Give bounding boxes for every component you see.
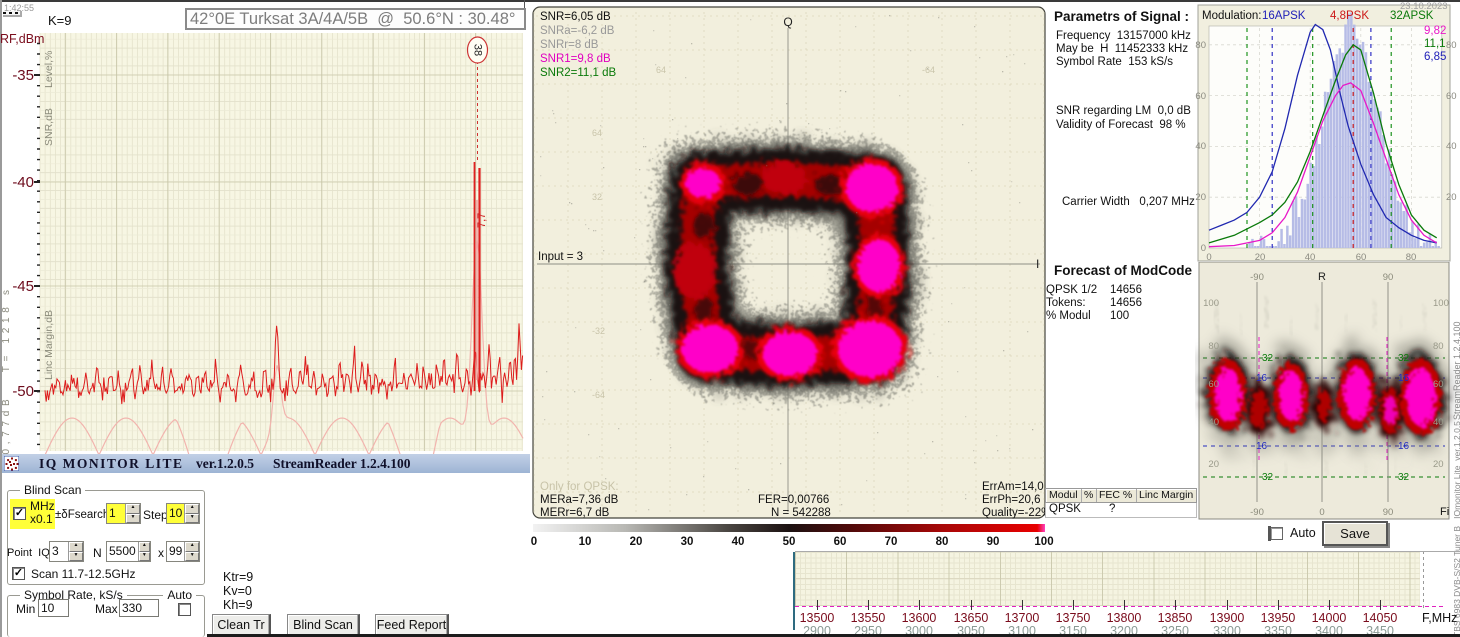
svg-text:80: 80 <box>1208 341 1219 352</box>
svg-text:60: 60 <box>1446 91 1457 102</box>
svg-text:0: 0 <box>531 536 537 548</box>
svg-text:Input = 3: Input = 3 <box>538 251 583 263</box>
svg-text:80: 80 <box>1446 40 1457 51</box>
svg-text:16: 16 <box>1256 373 1268 384</box>
svg-text:16: 16 <box>1398 441 1410 452</box>
svg-text:-50: -50 <box>12 383 34 400</box>
svg-text:20: 20 <box>630 536 643 548</box>
svg-text:16: 16 <box>1398 373 1410 384</box>
svg-text:-90: -90 <box>1250 507 1264 518</box>
svg-text:SNR1=9,8 dB: SNR1=9,8 dB <box>540 53 611 65</box>
svg-text:20: 20 <box>1208 459 1219 470</box>
svg-text:11,1: 11,1 <box>1424 38 1446 50</box>
svg-text:10: 10 <box>579 536 592 548</box>
svg-text:-32: -32 <box>592 326 605 336</box>
svg-text:SNRa=-6,2 dB: SNRa=-6,2 dB <box>540 25 615 37</box>
svg-text:60: 60 <box>1208 379 1219 390</box>
svg-text:64: 64 <box>592 128 602 138</box>
svg-text:0: 0 <box>1319 507 1324 518</box>
svg-text:70: 70 <box>885 536 898 548</box>
svg-text:32: 32 <box>592 192 602 202</box>
svg-text:MERr=6,7 dB: MERr=6,7 dB <box>540 507 610 519</box>
svg-text:Quality=-22%: Quality=-22% <box>982 507 1051 519</box>
svg-text:40: 40 <box>1446 141 1457 152</box>
svg-text:p=5; Sm=3; Noise=0,77dB T= 1: p=5; Sm=3; Noise=0,77dB T= 1218 s <box>1 290 12 460</box>
svg-text:Linc Margin,dB: Linc Margin,dB <box>43 310 55 380</box>
svg-text:SNRr=8 dB: SNRr=8 dB <box>540 39 599 51</box>
svg-text:64: 64 <box>656 65 666 75</box>
svg-text:SNR2=11,1 dB: SNR2=11,1 dB <box>540 67 617 79</box>
svg-text:40: 40 <box>1208 417 1219 428</box>
svg-text:38: 38 <box>472 44 484 56</box>
svg-text:-90: -90 <box>1250 272 1264 283</box>
svg-text:40: 40 <box>1195 141 1206 152</box>
svg-text:-35: -35 <box>12 67 34 84</box>
svg-text:80: 80 <box>1195 40 1206 51</box>
svg-text:90: 90 <box>1383 272 1394 283</box>
svg-text:20: 20 <box>1446 192 1457 203</box>
svg-text:ErrPh=20,6: ErrPh=20,6 <box>982 494 1041 506</box>
svg-text:RF,dBm: RF,dBm <box>0 32 44 46</box>
svg-text:100: 100 <box>1203 298 1219 309</box>
svg-text:32: 32 <box>1398 472 1410 483</box>
svg-text:FER=0,00766: FER=0,00766 <box>758 494 829 506</box>
svg-text:Only for QPSK:: Only for QPSK: <box>540 481 619 493</box>
svg-text:30: 30 <box>681 536 694 548</box>
svg-text:Fi: Fi <box>1440 506 1449 518</box>
svg-text:ErrAm=14,0: ErrAm=14,0 <box>982 481 1044 493</box>
svg-text:MERa=7,36 dB: MERa=7,36 dB <box>540 494 619 506</box>
svg-text:Q: Q <box>783 15 792 29</box>
svg-text:SNR=6,05 dB: SNR=6,05 dB <box>540 11 611 23</box>
svg-text:-45: -45 <box>12 278 34 295</box>
svg-text:SNR,dB: SNR,dB <box>43 108 55 146</box>
svg-text:-40: -40 <box>12 174 34 191</box>
svg-text:7,7: 7,7 <box>476 213 488 228</box>
svg-text:60: 60 <box>1195 91 1206 102</box>
svg-text:90: 90 <box>1383 507 1394 518</box>
svg-text:20: 20 <box>1195 192 1206 203</box>
svg-text:40: 40 <box>732 536 745 548</box>
svg-text:-64: -64 <box>592 390 605 400</box>
svg-text:100: 100 <box>1433 298 1449 309</box>
svg-text:90: 90 <box>987 536 1000 548</box>
svg-text:32: 32 <box>1262 353 1274 364</box>
svg-text:Modulation:: Modulation: <box>1202 10 1261 22</box>
svg-text:40: 40 <box>1433 417 1444 428</box>
svg-text:50: 50 <box>783 536 796 548</box>
svg-text:Level,%: Level,% <box>43 51 55 88</box>
svg-text:9,82: 9,82 <box>1424 25 1446 37</box>
svg-text:16: 16 <box>1256 441 1268 452</box>
svg-text:32: 32 <box>1262 472 1274 483</box>
svg-text:80: 80 <box>1433 341 1444 352</box>
svg-text:R: R <box>1318 271 1326 283</box>
svg-text:60: 60 <box>834 536 847 548</box>
svg-text:20: 20 <box>1433 459 1444 470</box>
svg-text:100: 100 <box>1034 536 1053 548</box>
svg-text:N = 542288: N = 542288 <box>771 507 831 519</box>
svg-text:I: I <box>1036 257 1039 271</box>
svg-text:32: 32 <box>1398 353 1410 364</box>
svg-text:-64: -64 <box>922 65 935 75</box>
svg-text:4,8PSK: 4,8PSK <box>1330 10 1369 22</box>
svg-text:60: 60 <box>1433 379 1444 390</box>
svg-text:80: 80 <box>936 536 949 548</box>
svg-text:6,85: 6,85 <box>1424 51 1446 63</box>
svg-text:16APSK: 16APSK <box>1262 10 1306 22</box>
svg-text:0: 0 <box>1201 243 1206 254</box>
